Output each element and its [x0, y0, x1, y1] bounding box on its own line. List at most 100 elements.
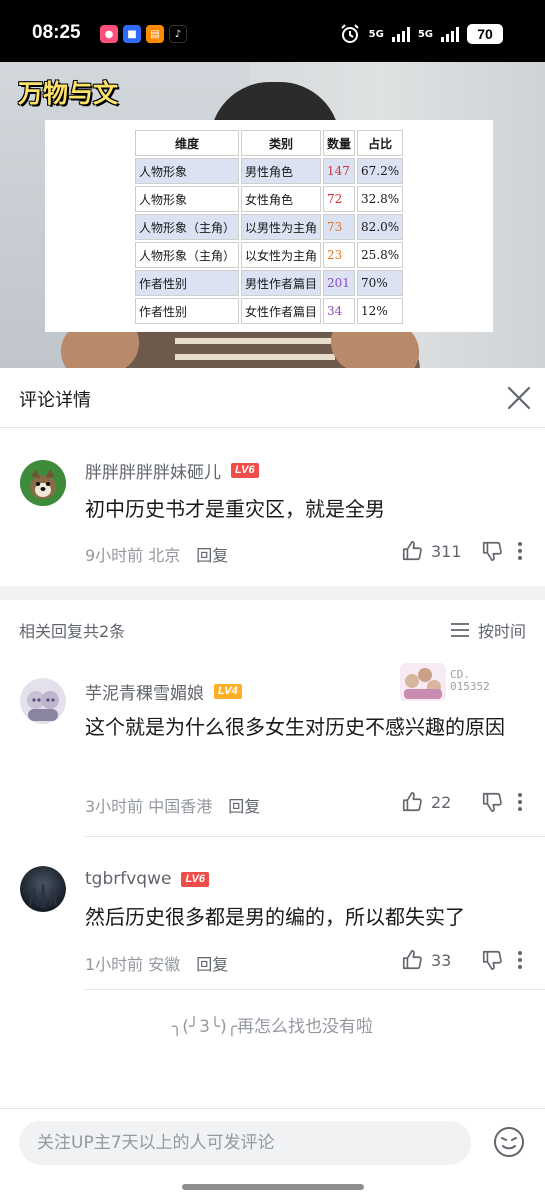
battery-icon: 70	[467, 24, 503, 44]
reply-button[interactable]: 回复	[228, 793, 260, 817]
signal-icon	[391, 26, 410, 42]
like-button[interactable]: 22	[401, 791, 471, 813]
replies-header: 相关回复共2条 按时间	[0, 606, 545, 650]
table-header: 占比	[357, 130, 404, 156]
thumbs-up-icon	[402, 541, 422, 561]
comment-text: 这个就是为什么很多女生对历史不感兴趣的原因	[85, 715, 505, 739]
thumbs-down-icon[interactable]	[481, 540, 503, 562]
more-icon[interactable]	[513, 791, 527, 813]
reply-count: 相关回复共2条	[19, 622, 126, 641]
app-notification-icon: ■	[123, 25, 141, 43]
channel-logo: 万物与文	[18, 79, 119, 108]
reply-button[interactable]: 回复	[196, 542, 228, 566]
table-row: 人物形象 女性角色 72 32.8%	[135, 186, 404, 212]
video-table-overlay: 维度 类别 数量 占比 人物形象 男性角色 147 67.2% 人物形象 女性角…	[45, 120, 493, 332]
username[interactable]: 胖胖胖胖胖妹砸儿	[85, 458, 221, 483]
emoji-icon[interactable]	[493, 1126, 525, 1158]
table-cell: 32.8%	[357, 186, 404, 212]
time-text: 3小时前	[85, 797, 144, 816]
comment-input[interactable]	[19, 1121, 471, 1165]
comment-actions: 22	[401, 791, 527, 813]
username[interactable]: tgbrfvqwe	[85, 869, 171, 889]
reply-item: tgbrfvqwe LV6 然后历史很多都是男的编的，所以都失实了 1小时前 安…	[0, 837, 545, 989]
main-comment: 胖胖胖胖胖妹砸儿 LV6 初中历史书才是重灾区，就是全男 9小时前 北京 回复 …	[0, 428, 545, 586]
data-table: 维度 类别 数量 占比 人物形象 男性角色 147 67.2% 人物形象 女性角…	[133, 128, 405, 326]
table-cell: 147	[323, 158, 356, 184]
location-text: 中国香港	[148, 797, 213, 816]
like-count: 22	[431, 792, 452, 812]
like-button[interactable]: 311	[401, 540, 471, 562]
app-notification-icon: ▤	[146, 25, 164, 43]
status-indicators: 5G 5G 70	[339, 23, 503, 45]
shirt-stripe	[175, 354, 335, 360]
table-cell: 34	[323, 298, 356, 324]
comment-text: 然后历史很多都是男的编的，所以都失实了	[85, 905, 465, 929]
fan-badge-icon	[400, 663, 446, 701]
table-header: 数量	[323, 130, 356, 156]
comment-text: 初中历史书才是重灾区，就是全男	[85, 497, 385, 521]
fan-badge-digits: 015352	[450, 680, 490, 693]
reply-separator	[85, 989, 545, 990]
table-cell: 女性作者篇目	[241, 298, 322, 324]
more-icon[interactable]	[513, 540, 527, 562]
fan-badge-decoration: CD. 015352	[398, 659, 498, 705]
table-cell: 男性角色	[241, 158, 322, 184]
comment-meta: 9小时前 北京 回复	[85, 542, 228, 566]
home-indicator	[182, 1184, 364, 1190]
signal-icon	[441, 26, 459, 42]
location-text: 安徽	[148, 955, 181, 974]
table-cell: 男性作者篇目	[241, 270, 322, 296]
comment-author[interactable]: tgbrfvqwe LV6	[85, 869, 210, 889]
table-cell: 以男性为主角	[241, 214, 322, 240]
avatar[interactable]	[20, 460, 66, 506]
table-cell: 72	[323, 186, 356, 212]
close-icon[interactable]	[505, 384, 533, 412]
sort-icon	[450, 623, 469, 637]
more-icon[interactable]	[513, 949, 527, 971]
time-text: 9小时前	[85, 546, 144, 565]
thumbs-down-icon[interactable]	[481, 791, 503, 813]
alarm-icon	[340, 24, 359, 43]
thumbs-down-icon[interactable]	[481, 949, 503, 971]
table-cell: 201	[323, 270, 356, 296]
thumbs-up-icon	[402, 950, 422, 970]
table-cell: 人物形象	[135, 186, 240, 212]
table-header: 维度	[135, 130, 240, 156]
avatar[interactable]	[20, 866, 66, 912]
comment-detail-header: 评论详情	[0, 368, 545, 428]
table-cell: 作者性别	[135, 270, 240, 296]
comment-actions: 311	[401, 540, 527, 562]
avatar[interactable]	[20, 678, 66, 724]
table-cell: 12%	[357, 298, 404, 324]
table-row: 人物形象 男性角色 147 67.2%	[135, 158, 404, 184]
level-badge: LV6	[181, 871, 210, 887]
notification-icons: ● ■ ▤ ♪	[100, 25, 187, 43]
table-cell: 以女性为主角	[241, 242, 322, 268]
comment-meta: 1小时前 安徽 回复	[85, 951, 228, 975]
table-cell: 人物形象（主角）	[135, 242, 240, 268]
table-row: 作者性别 男性作者篇目 201 70%	[135, 270, 404, 296]
table-header: 类别	[241, 130, 322, 156]
comment-meta: 3小时前 中国香港 回复	[85, 793, 260, 817]
comment-author[interactable]: 芋泥青稞雪媚娘 LV4	[85, 679, 242, 704]
table-row: 人物形象（主角） 以女性为主角 23 25.8%	[135, 242, 404, 268]
reply-button[interactable]: 回复	[196, 951, 228, 975]
video-player[interactable]: 万物与文 维度 类别 数量 占比 人物形象 男性角色 147 67.2% 人物形…	[0, 62, 545, 368]
table-cell: 作者性别	[135, 298, 240, 324]
sort-label: 按时间	[477, 622, 526, 641]
username[interactable]: 芋泥青稞雪媚娘	[85, 679, 204, 704]
like-button[interactable]: 33	[401, 949, 471, 971]
section-divider	[0, 586, 545, 600]
network-label: 5G	[417, 28, 433, 40]
sort-button[interactable]: 按时间	[450, 618, 526, 642]
comment-author[interactable]: 胖胖胖胖胖妹砸儿 LV6	[85, 458, 259, 483]
thumbs-up-icon	[402, 792, 422, 812]
table-cell: 67.2%	[357, 158, 404, 184]
table-row: 作者性别 女性作者篇目 34 12%	[135, 298, 404, 324]
like-count: 33	[431, 950, 452, 970]
table-cell: 70%	[357, 270, 404, 296]
table-cell: 人物形象（主角）	[135, 214, 240, 240]
comment-input-bar	[0, 1108, 545, 1200]
time-text: 1小时前	[85, 955, 144, 974]
table-cell: 73	[323, 214, 356, 240]
